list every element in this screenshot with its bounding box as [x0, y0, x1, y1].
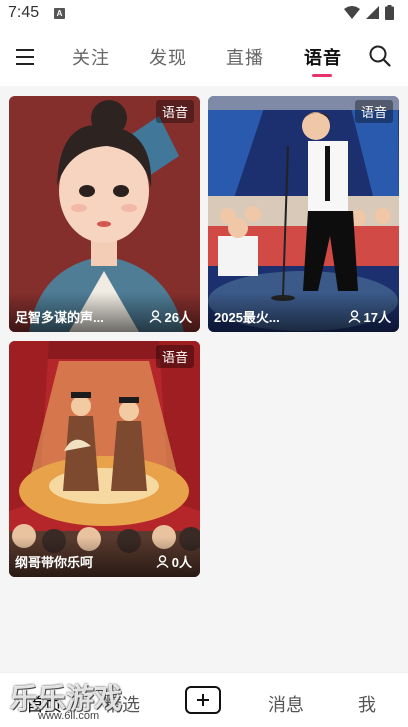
listener-count-value: 26人 — [164, 310, 192, 325]
add-button[interactable] — [185, 686, 221, 714]
tab-voice[interactable]: 语音 — [304, 44, 342, 70]
room-card[interactable]: 语音 纲哥带你乐呵 0人 — [9, 341, 200, 577]
watermark-url: www.6ll.com — [38, 710, 100, 722]
room-card[interactable]: 语音 足智多谋的声... 26人 — [9, 96, 200, 332]
voice-badge: 语音 — [354, 100, 393, 123]
signal-icon — [366, 6, 379, 19]
listener-count: 26人 — [148, 307, 192, 326]
nav-me[interactable]: 我 — [358, 691, 376, 717]
person-icon — [156, 555, 169, 568]
listener-count-value: 0人 — [171, 555, 192, 570]
card-title: 足智多谋的声... — [15, 310, 104, 325]
card-title: 纲哥带你乐呵 — [15, 555, 94, 570]
card-title: 2025最火... — [214, 310, 280, 325]
person-icon — [347, 310, 361, 323]
menu-icon[interactable] — [14, 46, 38, 68]
room-card[interactable]: 语音 2025最火... 17人 — [208, 96, 399, 332]
person-icon — [148, 310, 162, 323]
tab-live[interactable]: 直播 — [226, 44, 264, 70]
wifi-icon — [344, 6, 360, 19]
status-icons — [344, 5, 394, 20]
search-icon[interactable] — [368, 44, 392, 68]
voice-badge: 语音 — [155, 345, 194, 368]
top-nav: 关注 发现 直播 语音 — [0, 28, 408, 86]
tab-discover[interactable]: 发现 — [149, 44, 187, 70]
listener-count: 0人 — [156, 552, 192, 571]
notification-icon: A — [54, 8, 65, 19]
listener-count-value: 17人 — [363, 310, 391, 325]
active-tab-indicator — [312, 74, 332, 77]
status-time: 7:45 — [8, 4, 40, 21]
nav-messages[interactable]: 消息 — [268, 691, 304, 717]
tab-follow[interactable]: 关注 — [72, 44, 110, 70]
status-bar: 7:45 A — [0, 0, 408, 28]
voice-badge: 语音 — [155, 100, 194, 123]
battery-icon — [385, 5, 394, 20]
listener-count: 17人 — [347, 307, 391, 326]
